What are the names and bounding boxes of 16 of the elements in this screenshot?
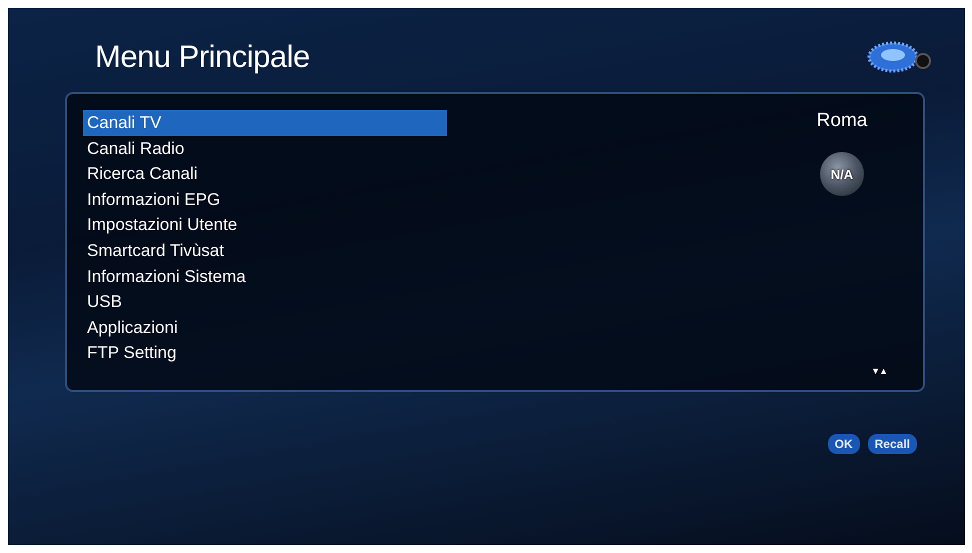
menu-item[interactable]: Canali TV [83,110,447,136]
menu-item[interactable]: Impostazioni Utente [83,212,447,238]
scroll-arrows: ▼▲ [871,366,887,376]
menu-item[interactable]: Canali Radio [83,136,447,162]
location-label: Roma [816,110,868,132]
menu-item[interactable]: Informazioni EPG [83,186,447,212]
remote-key-button[interactable]: OK [828,434,860,454]
menu-item[interactable]: Applicazioni [83,314,447,340]
remote-key-button[interactable]: Recall [868,434,917,454]
menu-item[interactable]: Ricerca Canali [83,161,447,187]
menu-title: Menu Principale [95,39,310,75]
menu-item[interactable]: Informazioni Sistema [83,264,447,290]
menu-item[interactable]: FTP Setting [83,340,447,366]
globe-icon: N/A [820,152,864,196]
menu-item[interactable]: USB [83,289,447,315]
menu-item[interactable]: Smartcard Tivùsat [83,238,447,264]
